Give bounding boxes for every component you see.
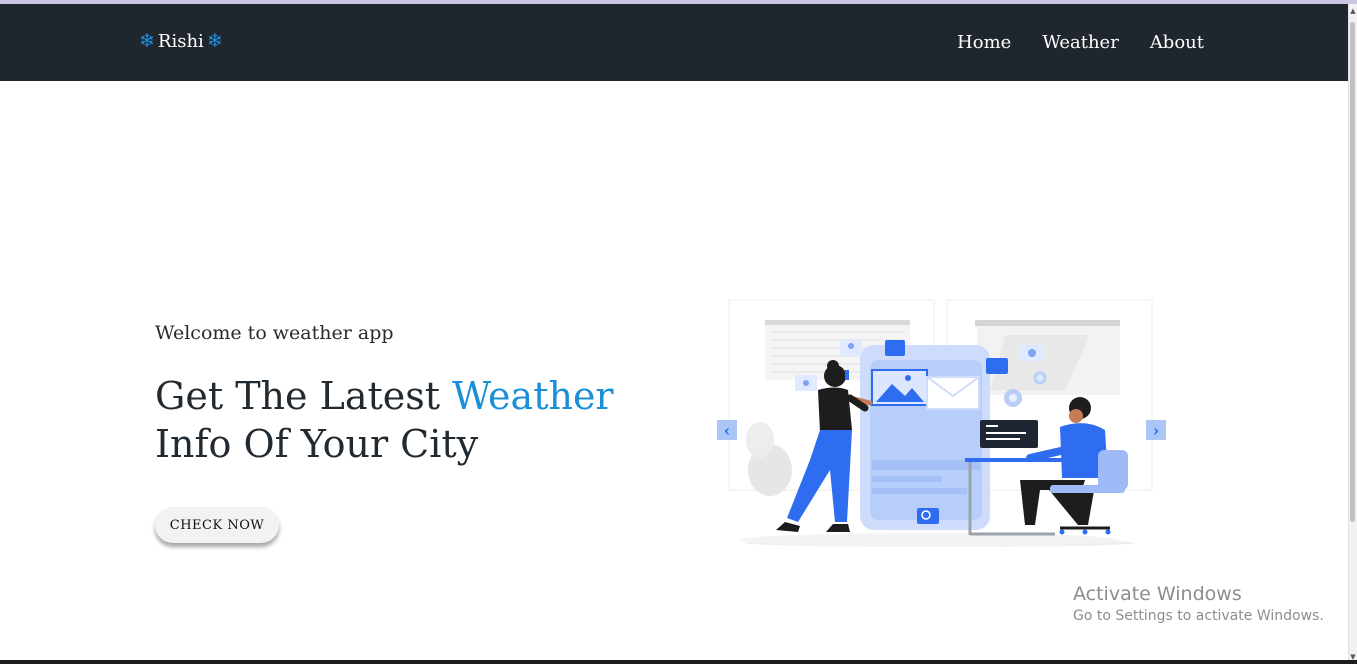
activate-windows-watermark: Activate Windows Go to Settings to activ… bbox=[1073, 583, 1324, 624]
carousel-prev-button[interactable]: ‹ bbox=[717, 420, 737, 440]
nav-link-weather[interactable]: Weather bbox=[1042, 32, 1119, 53]
brand-name: Rishi bbox=[157, 31, 204, 52]
hero-text: Welcome to weather app Get The Latest We… bbox=[155, 322, 675, 468]
nav-link-home[interactable]: Home bbox=[957, 32, 1011, 53]
weather-illustration bbox=[728, 299, 1153, 547]
watermark-title: Activate Windows bbox=[1073, 583, 1242, 605]
hero-carousel: ‹ › bbox=[690, 290, 1190, 560]
carousel-next-button[interactable]: › bbox=[1146, 420, 1166, 440]
taskbar-edge bbox=[0, 660, 1357, 664]
scroll-up-icon[interactable]: ▲ bbox=[1349, 6, 1357, 16]
nav-link-about[interactable]: About bbox=[1150, 32, 1204, 53]
brand[interactable]: ❄ Rishi ❄ bbox=[139, 31, 223, 52]
watermark-subtitle: Go to Settings to activate Windows. bbox=[1073, 608, 1324, 624]
headline-prefix: Get The Latest bbox=[155, 374, 453, 418]
scrollbar[interactable]: ▲ ▼ bbox=[1348, 4, 1357, 664]
headline-suffix: Info Of Your City bbox=[155, 422, 479, 466]
navbar: ❄ Rishi ❄ Home Weather About bbox=[0, 4, 1349, 81]
scrollbar-thumb[interactable] bbox=[1350, 22, 1355, 522]
chevron-right-icon: › bbox=[1152, 420, 1160, 440]
chevron-left-icon: ‹ bbox=[723, 420, 731, 440]
snowflake-icon: ❄ bbox=[206, 30, 223, 52]
check-now-button[interactable]: CHECK NOW bbox=[155, 507, 279, 543]
welcome-text: Welcome to weather app bbox=[155, 322, 394, 344]
nav-links: Home Weather About bbox=[957, 32, 1204, 53]
headline-accent: Weather bbox=[452, 374, 614, 418]
snowflake-icon: ❄ bbox=[139, 30, 155, 52]
headline: Get The Latest Weather Info Of Your City bbox=[155, 372, 675, 468]
